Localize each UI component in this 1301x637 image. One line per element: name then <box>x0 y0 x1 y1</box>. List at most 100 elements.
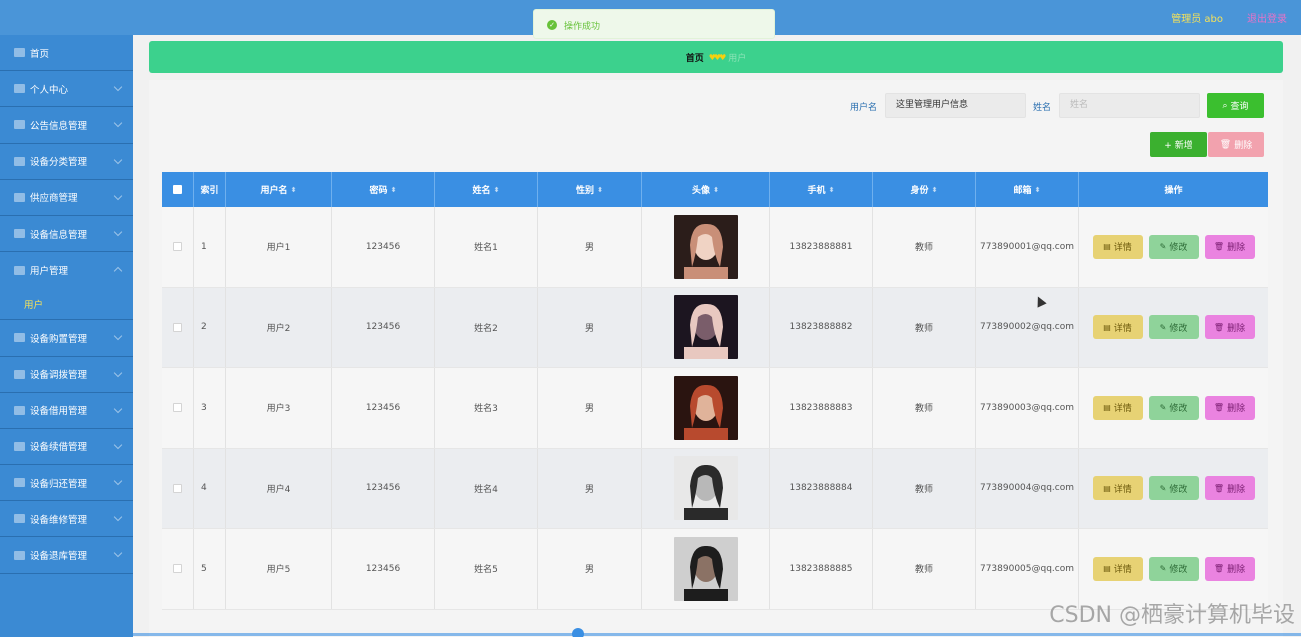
home-icon <box>14 48 25 58</box>
detail-button-label: 详情 <box>1113 323 1132 334</box>
select-all-checkbox[interactable] <box>173 185 182 194</box>
cell-role: 教师 <box>873 529 976 609</box>
sidebar-item-label: 个人中心 <box>30 84 69 96</box>
logout-link[interactable]: 退出登录 <box>1247 10 1287 25</box>
cell-email-text: 773890003@qq.com <box>979 402 1075 413</box>
edit-button[interactable]: ✎ 修改 <box>1148 315 1199 340</box>
doc-icon: ▤ <box>1103 322 1111 332</box>
cell-name-text: 姓名2 <box>474 323 498 334</box>
detail-button[interactable]: ▤ 详情 <box>1092 234 1143 259</box>
col-role-label: 身份 <box>910 186 929 196</box>
detail-button[interactable]: ▤ 详情 <box>1092 476 1143 501</box>
detail-button[interactable]: ▤ 详情 <box>1092 556 1143 581</box>
detail-button[interactable]: ▤ 详情 <box>1092 395 1143 420</box>
cell-password-text: 123456 <box>365 563 401 574</box>
row-checkbox[interactable] <box>173 242 182 252</box>
sidebar-item-1[interactable]: 个人中心 <box>0 71 133 108</box>
cell-email-text: 773890002@qq.com <box>979 322 1075 333</box>
edit-button[interactable]: ✎ 修改 <box>1148 556 1199 581</box>
sidebar-item-label: 设备调拨管理 <box>30 370 88 382</box>
cell-actions: ▤ 详情 ✎ 修改 🗑 删除 <box>1079 449 1268 529</box>
col-password[interactable]: 密码 ⬍ <box>332 172 435 207</box>
sidebar-item-10[interactable]: 设备续借管理 <box>0 429 133 466</box>
flag-icon <box>14 514 25 524</box>
col-name[interactable]: 姓名 ⬍ <box>435 172 538 207</box>
cell-name-text: 姓名5 <box>474 565 498 576</box>
cell-role: 教师 <box>873 207 976 287</box>
col-avatar[interactable]: 头像 ⬍ <box>642 172 770 207</box>
sidebar-item-4[interactable]: 供应商管理 <box>0 180 133 216</box>
add-button[interactable]: + 新增 <box>1150 132 1207 157</box>
cell-name: 姓名4 <box>435 448 538 528</box>
chevron-down-icon <box>113 155 123 164</box>
bank-icon <box>14 265 25 275</box>
edit-button[interactable]: ✎ 修改 <box>1148 476 1199 501</box>
sidebar-item-label: 供应商管理 <box>30 193 78 205</box>
cell-avatar <box>642 448 770 528</box>
cell-phone-text: 13823888881 <box>789 241 853 252</box>
col-gender[interactable]: 性别 ⬍ <box>538 172 642 207</box>
sidebar-item-8[interactable]: 设备调拨管理 <box>0 357 133 393</box>
search-button[interactable]: ⌕ 查询 <box>1207 93 1264 118</box>
sidebar-item-12[interactable]: 设备维修管理 <box>0 501 133 538</box>
cell-name: 姓名3 <box>435 368 538 448</box>
detail-button[interactable]: ▤ 详情 <box>1092 315 1143 340</box>
sidebar-item-label: 公告信息管理 <box>30 120 88 132</box>
delete-button-label: 删除 <box>1227 323 1246 334</box>
delete-button[interactable]: 🗑 删除 <box>1204 234 1255 259</box>
sidebar-item-6[interactable]: 用户管理 <box>0 252 133 288</box>
sidebar-item-label: 设备归还管理 <box>30 478 88 490</box>
breadcrumb-home[interactable]: 首页 <box>686 51 704 64</box>
col-email[interactable]: 邮箱 ⬍ <box>976 172 1079 207</box>
sidebar-item-2[interactable]: 公告信息管理 <box>0 107 133 144</box>
sidebar-item-3[interactable]: 设备分类管理 <box>0 144 133 180</box>
cell-role-text: 教师 <box>914 243 933 254</box>
cell-role: 教师 <box>873 448 976 528</box>
detail-button-label: 详情 <box>1113 404 1132 415</box>
col-role[interactable]: 身份 ⬍ <box>873 172 976 207</box>
cell-username-text: 用户1 <box>266 243 291 254</box>
sidebar: 首页个人中心公告信息管理设备分类管理供应商管理设备信息管理用户管理 用户设备购置管… <box>0 35 133 637</box>
sidebar-item-9[interactable]: 设备借用管理 <box>0 393 133 429</box>
sidebar-item-label: 设备信息管理 <box>30 229 88 241</box>
avatar <box>673 375 738 440</box>
col-phone[interactable]: 手机 ⬍ <box>770 172 873 207</box>
batch-delete-button[interactable]: 🗑 删除 <box>1208 132 1264 157</box>
col-username[interactable]: 用户名 ⬍ <box>226 172 332 207</box>
horizontal-scrollbar[interactable] <box>133 633 1301 636</box>
edit-button[interactable]: ✎ 修改 <box>1148 234 1199 259</box>
row-checkbox[interactable] <box>173 322 182 332</box>
frame-icon <box>14 229 25 239</box>
sidebar-subitem-users[interactable]: 用户 <box>0 288 133 321</box>
cell-index-text: 1 <box>201 241 207 252</box>
pencil-icon: ✎ <box>1159 322 1167 332</box>
sort-icon: ⬍ <box>493 185 500 194</box>
sidebar-item-5[interactable]: 设备信息管理 <box>0 216 133 253</box>
row-checkbox[interactable] <box>173 403 182 413</box>
row-checkbox[interactable] <box>173 483 182 493</box>
cell-password: 123456 <box>332 368 435 448</box>
pencil-icon: ✎ <box>1159 564 1167 574</box>
edit-button[interactable]: ✎ 修改 <box>1148 395 1199 420</box>
delete-button[interactable]: 🗑 删除 <box>1204 476 1255 501</box>
sidebar-item-label: 设备退库管理 <box>30 551 88 563</box>
name-input[interactable]: 姓名 <box>1059 93 1200 118</box>
chevron-up-icon <box>113 266 123 276</box>
cell-name: 姓名5 <box>435 529 538 609</box>
sidebar-item-0[interactable]: 首页 <box>0 35 133 72</box>
delete-button[interactable]: 🗑 删除 <box>1204 395 1255 420</box>
delete-button[interactable]: 🗑 删除 <box>1204 556 1255 581</box>
doc-icon: ▤ <box>1103 242 1111 252</box>
scrollbar-handle[interactable] <box>572 628 584 637</box>
delete-button[interactable]: 🗑 删除 <box>1204 315 1255 340</box>
cell-email-text: 773890004@qq.com <box>979 483 1075 494</box>
avatar <box>673 536 738 601</box>
cell-actions: ▤ 详情 ✎ 修改 🗑 删除 <box>1079 368 1268 448</box>
row-checkbox[interactable] <box>173 564 182 574</box>
sidebar-item-label: 设备购置管理 <box>30 333 88 345</box>
col-email-label: 邮箱 <box>1013 186 1032 196</box>
sidebar-item-11[interactable]: 设备归还管理 <box>0 465 133 502</box>
sidebar-item-13[interactable]: 设备退库管理 <box>0 537 133 574</box>
username-input[interactable]: 这里管理用户信息 <box>885 93 1026 118</box>
sidebar-item-7[interactable]: 设备购置管理 <box>0 320 133 357</box>
